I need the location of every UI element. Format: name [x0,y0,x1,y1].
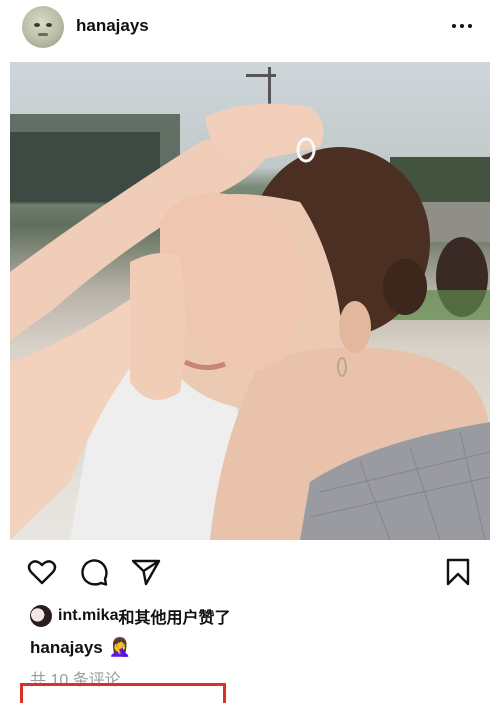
action-bar [0,552,500,592]
likes-line: int.mika 和其他用户赞了 [30,604,230,628]
avatar[interactable] [22,6,64,48]
comment-button[interactable] [78,556,110,588]
more-horizontal-icon [452,24,456,28]
send-icon [131,559,161,586]
bookmark-icon [446,558,470,586]
liker-username[interactable]: int.mika [58,607,118,625]
avatar-eye [46,23,52,27]
more-options-button[interactable] [452,18,472,34]
caption-username[interactable]: hanajays [30,638,103,658]
avatar-eye [34,23,40,27]
share-button[interactable] [130,556,162,588]
likes-suffix[interactable]: 和其他用户赞了 [118,604,230,628]
post-header: hanajays [0,0,500,56]
heart-icon [27,560,57,585]
save-button[interactable] [442,556,474,588]
post-username[interactable]: hanajays [76,16,149,36]
post-photo[interactable] [10,62,490,540]
more-horizontal-icon [468,24,472,28]
more-horizontal-icon [460,24,464,28]
avatar-mouth [38,33,48,36]
facepalm-emoji-icon: 🤦‍♀️ [108,637,132,657]
like-button[interactable] [26,556,58,588]
caption: hanajays 🤦‍♀️ [30,637,131,658]
liker-avatar[interactable] [30,605,52,627]
photo-illustration [10,67,490,540]
highlight-box [20,683,226,703]
comment-icon [81,559,108,586]
